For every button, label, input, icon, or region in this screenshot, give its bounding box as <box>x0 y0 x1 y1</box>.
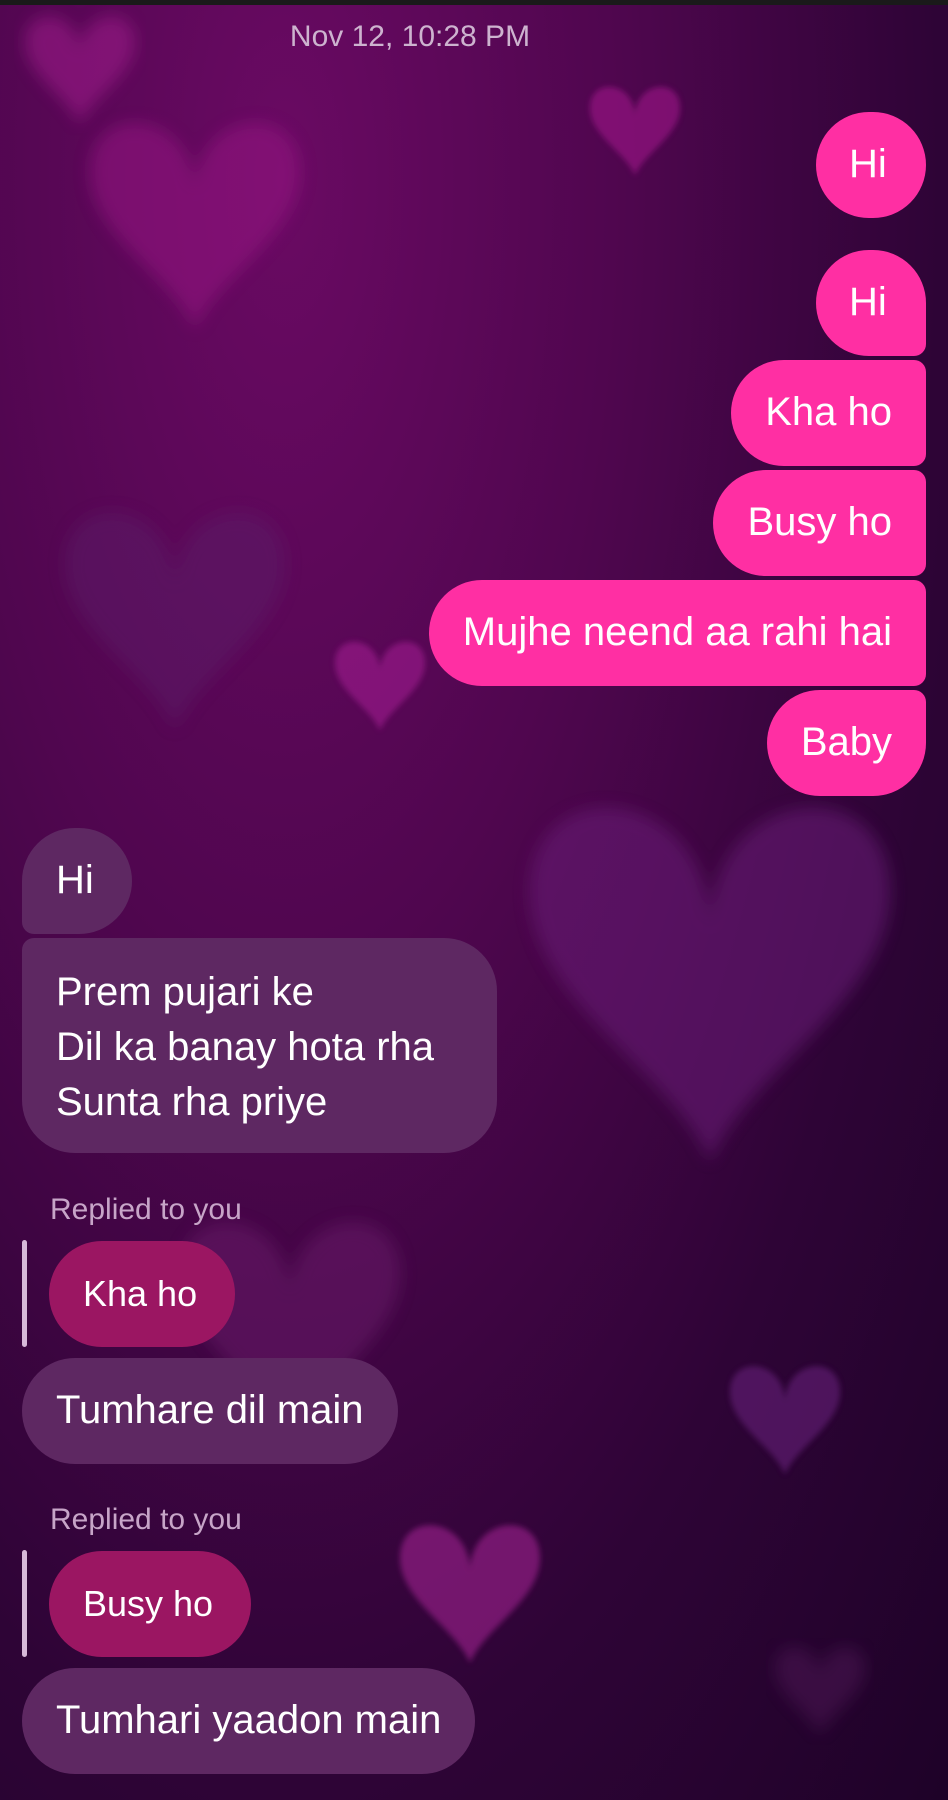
received-message[interactable]: Prem pujari ke Dil ka banay hota rha Sun… <box>22 938 497 1153</box>
heart-icon <box>590 86 680 176</box>
sent-message[interactable]: Baby <box>766 690 926 796</box>
sent-message[interactable]: Mujhe neend aa rahi hai <box>428 580 926 686</box>
message-text: Hi <box>849 142 887 186</box>
heart-icon <box>530 807 890 1162</box>
message-text: Hi <box>56 858 94 902</box>
message-timestamp: Nov 12, 10:28 PM <box>289 20 531 53</box>
message-text: Kha ho <box>765 390 892 434</box>
heart-icon <box>775 1646 865 1736</box>
quoted-text: Busy ho <box>83 1583 214 1624</box>
reply-indicator-bar <box>22 1240 27 1347</box>
heart-icon <box>730 1366 840 1475</box>
sent-message[interactable]: Kha ho <box>731 360 926 466</box>
message-line: Sunta rha priye <box>56 1080 328 1124</box>
replied-to-you-label: Replied to you <box>50 1503 242 1536</box>
replied-to-you-label: Replied to you <box>50 1193 242 1226</box>
message-text: Tumhari yaadon main <box>56 1698 442 1742</box>
heart-icon <box>90 122 301 330</box>
reply-indicator-bar <box>22 1550 27 1657</box>
heart-icon <box>65 512 285 729</box>
received-message[interactable]: Tumhare dil main <box>22 1358 398 1464</box>
message-text: Baby <box>800 720 892 764</box>
heart-icon <box>400 1525 540 1663</box>
received-message[interactable]: Tumhari yaadon main <box>22 1668 476 1774</box>
sent-message[interactable]: Hi <box>816 112 926 218</box>
received-message[interactable]: Hi <box>22 828 132 934</box>
message-text: Tumhare dil main <box>56 1388 364 1432</box>
quoted-message[interactable]: Kha ho <box>49 1241 235 1347</box>
quoted-text: Kha ho <box>83 1273 198 1314</box>
message-line: Dil ka banay hota rha <box>56 1025 435 1069</box>
message-line: Prem pujari ke <box>56 970 314 1014</box>
sent-message[interactable]: Hi <box>816 250 926 356</box>
message-text: Hi <box>849 280 887 324</box>
message-text: Mujhe neend aa rahi hai <box>462 610 892 654</box>
message-text: Busy ho <box>747 500 892 544</box>
quoted-message[interactable]: Busy ho <box>49 1551 251 1657</box>
heart-icon <box>335 641 425 731</box>
sent-message[interactable]: Busy ho <box>713 470 926 576</box>
